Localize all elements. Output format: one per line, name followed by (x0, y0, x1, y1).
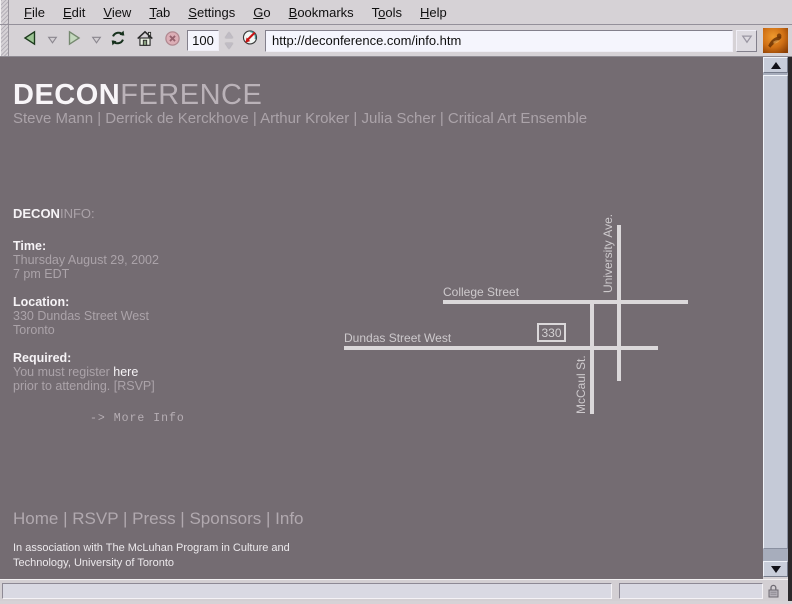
footer-link-sponsors[interactable]: Sponsors (189, 509, 261, 528)
page-viewport: DECONFERENCE Steve Mann | Derrick de Ker… (0, 57, 763, 579)
scroll-down-button[interactable] (763, 561, 788, 577)
map-330-marker: 330 (537, 323, 566, 342)
footer-link-home[interactable]: Home (13, 509, 58, 528)
konqueror-throbber-logo-icon (763, 28, 788, 53)
time-line2: 7 pm EDT (13, 267, 159, 281)
page-title: DECONFERENCE (13, 79, 262, 112)
status-message-panel (2, 583, 612, 599)
status-progress-panel (619, 583, 763, 599)
required-label: Required: (13, 351, 155, 365)
forward-history-dropdown[interactable] (89, 29, 103, 53)
page-title-bold: DECON (13, 79, 120, 111)
go-button[interactable] (238, 29, 262, 53)
more-info-link[interactable]: -> More Info (90, 412, 185, 425)
arrow-up-icon (771, 62, 781, 69)
footer-nav-separator: | (261, 509, 275, 528)
zoom-decrease-button[interactable] (225, 43, 233, 49)
toolbar: 100 (0, 25, 792, 57)
location-section: Location: 330 Dundas Street West Toronto (13, 295, 149, 337)
required-line2: prior to attending. [RSVP] (13, 379, 155, 393)
go-icon (241, 29, 259, 52)
location-line2: Toronto (13, 323, 149, 337)
menu-item-help[interactable]: Help (411, 2, 456, 23)
footer-nav-separator: | (118, 509, 132, 528)
reload-icon (109, 29, 127, 52)
location-bar-input[interactable] (265, 30, 733, 52)
menubar-grip-handle[interactable] (0, 0, 9, 24)
status-bar (0, 579, 788, 601)
window-right-edge (788, 57, 792, 601)
location-line1: 330 Dundas Street West (13, 309, 149, 323)
menu-item-file[interactable]: File (15, 2, 54, 23)
speakers-line: Steve Mann | Derrick de Kerckhove | Arth… (13, 110, 587, 127)
map-dundas-street-line (344, 346, 658, 350)
map-college-street-label: College Street (443, 285, 519, 299)
menu-bar: FileEditViewTabSettingsGoBookmarksToolsH… (0, 0, 792, 25)
footer-link-rsvp[interactable]: RSVP (72, 509, 118, 528)
home-icon (136, 29, 154, 52)
forward-button[interactable] (62, 29, 86, 53)
map-university-ave-label: University Ave. (601, 219, 615, 293)
toolbar-grip-handle[interactable] (0, 25, 9, 56)
footer-nav-separator: | (176, 509, 190, 528)
stop-icon (164, 30, 181, 52)
info-heading: DECONINFO: (13, 206, 95, 221)
map-university-ave-line (617, 225, 621, 381)
menu-item-view[interactable]: View (94, 2, 140, 23)
location-dropdown-button[interactable] (736, 30, 757, 52)
scrollbar-thumb[interactable] (763, 75, 788, 549)
menu-item-tab[interactable]: Tab (140, 2, 179, 23)
browser-window: FileEditViewTabSettingsGoBookmarksToolsH… (0, 0, 792, 601)
map-mccaul-street-line (590, 302, 594, 414)
forward-icon (65, 29, 83, 52)
vertical-scrollbar[interactable] (763, 57, 788, 577)
home-button[interactable] (133, 29, 157, 53)
zoom-spinner (222, 30, 235, 51)
back-icon (21, 29, 39, 52)
time-section: Time: Thursday August 29, 2002 7 pm EDT (13, 239, 159, 281)
chevron-down-icon (47, 32, 58, 50)
time-line1: Thursday August 29, 2002 (13, 253, 159, 267)
arrow-down-icon (771, 566, 781, 573)
page-title-rest: FERENCE (120, 79, 262, 111)
footer-nav-separator: | (58, 509, 72, 528)
menu-item-settings[interactable]: Settings (179, 2, 244, 23)
footer-link-press[interactable]: Press (132, 509, 175, 528)
map-dundas-street-label: Dundas Street West (344, 331, 451, 345)
menu-item-bookmarks[interactable]: Bookmarks (280, 2, 363, 23)
footer-nav: Home | RSVP | Press | Sponsors | Info (13, 509, 304, 529)
padlock-icon (765, 583, 781, 599)
scroll-up-button[interactable] (763, 57, 788, 73)
menu-item-edit[interactable]: Edit (54, 2, 94, 23)
reload-button[interactable] (106, 29, 130, 53)
menu-item-tools[interactable]: Tools (363, 2, 411, 23)
zoom-level-value: 100 (192, 33, 214, 48)
chevron-down-icon (739, 31, 754, 51)
menu-item-go[interactable]: Go (244, 2, 279, 23)
association-line1: In association with The McLuhan Program … (13, 542, 290, 554)
association-line2: Technology, University of Toronto (13, 557, 174, 569)
zoom-level-field[interactable]: 100 (187, 30, 219, 51)
footer-link-info[interactable]: Info (275, 509, 303, 528)
time-label: Time: (13, 239, 159, 253)
map-mccaul-street-label: McCaul St. (574, 356, 588, 414)
register-here-link[interactable]: here (113, 365, 138, 379)
back-history-dropdown[interactable] (45, 29, 59, 53)
stop-button[interactable] (160, 29, 184, 53)
required-section: Required: You must register here prior t… (13, 351, 155, 393)
zoom-increase-button[interactable] (225, 32, 233, 38)
map-college-street-line (443, 300, 688, 304)
chevron-down-icon (91, 32, 102, 50)
back-button[interactable] (18, 29, 42, 53)
required-line1: You must register here (13, 365, 155, 379)
location-label: Location: (13, 295, 149, 309)
